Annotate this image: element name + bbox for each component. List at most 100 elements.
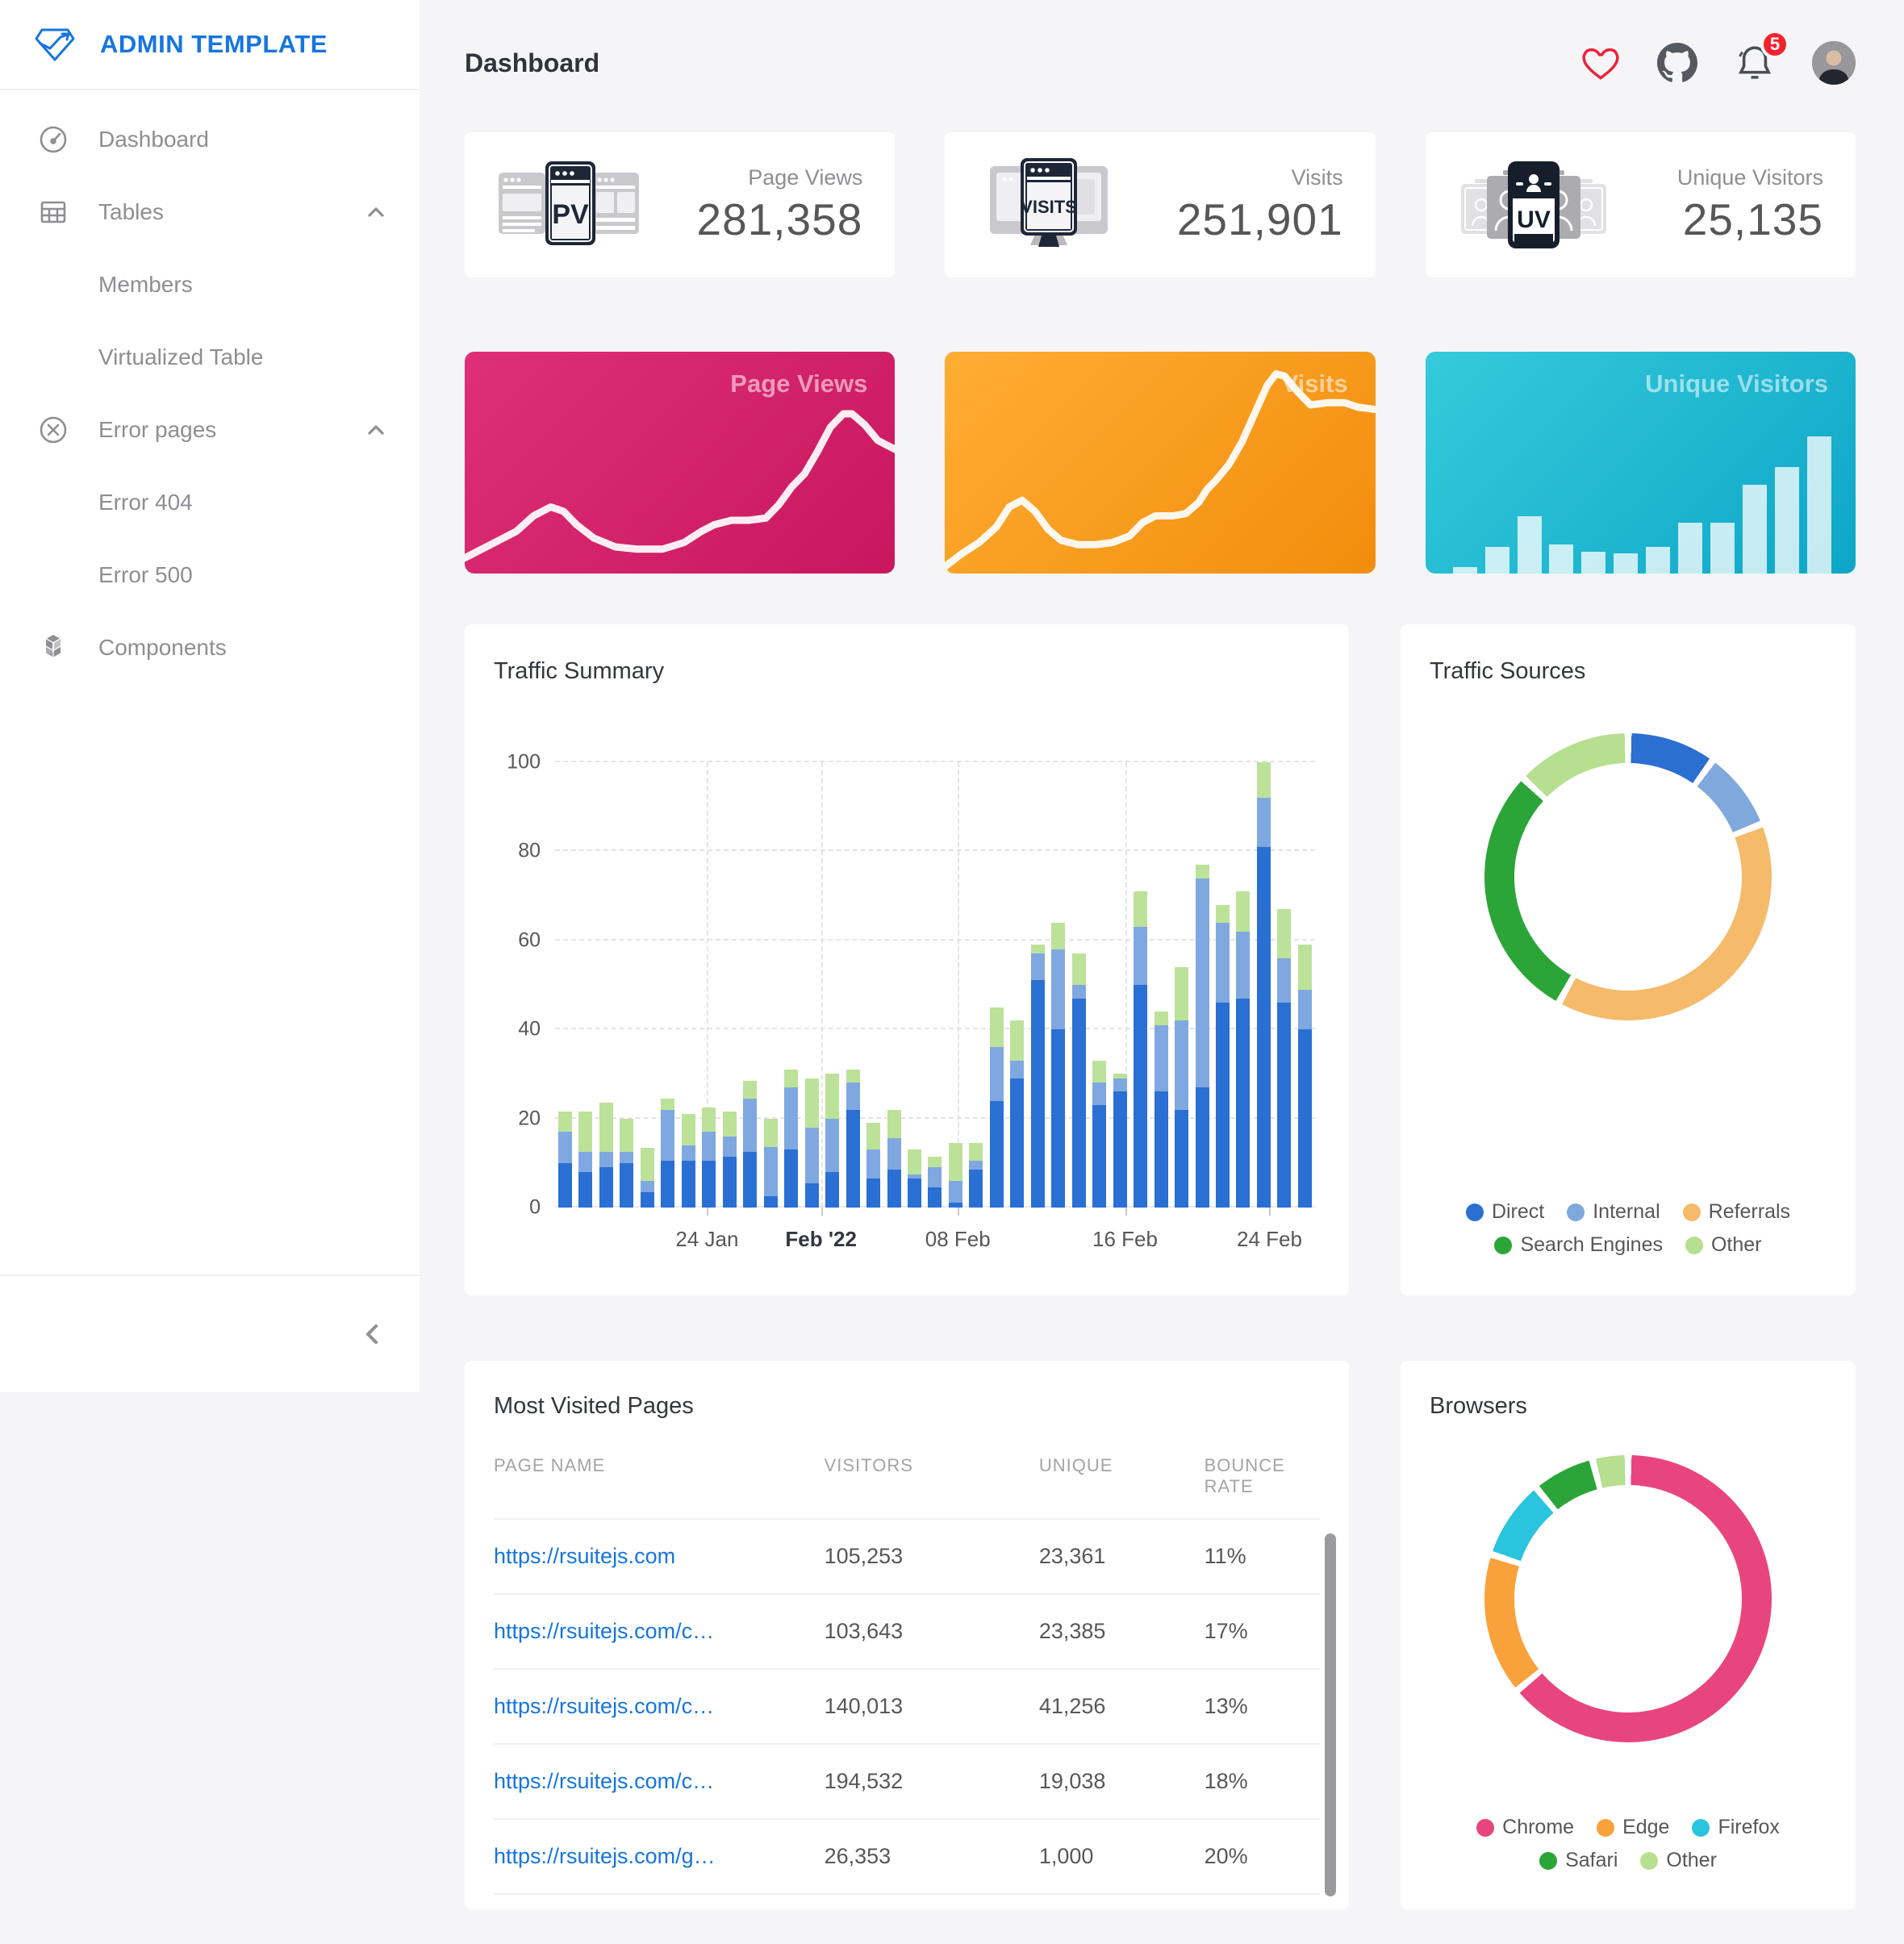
stacked-bar[interactable]: [825, 762, 839, 1208]
mini-bar: [1743, 485, 1767, 574]
bar-segment: [1031, 945, 1045, 953]
bar-segment: [1092, 1061, 1106, 1083]
sidebar-item-dashboard[interactable]: Dashboard: [0, 103, 420, 176]
stacked-bar[interactable]: [1051, 762, 1065, 1208]
x-axis-label: Feb '22: [785, 1227, 857, 1252]
page-views-spark-card[interactable]: Page Views: [465, 352, 895, 574]
stacked-bar[interactable]: [641, 762, 654, 1208]
spark-cards-row: Page Views Visits Unique Visitors: [465, 352, 1856, 574]
legend-item-chrome: Chrome: [1476, 1816, 1574, 1839]
traffic-summary-chart: 02040608010024 JanFeb '2208 Feb16 Feb24 …: [555, 762, 1315, 1208]
stacked-bar[interactable]: [1216, 762, 1230, 1208]
cell-unique: 1,000: [1039, 1844, 1205, 1869]
stacked-bar[interactable]: [702, 762, 716, 1208]
mini-bar: [1614, 553, 1638, 574]
stacked-bar[interactable]: [805, 762, 819, 1208]
stacked-bar[interactable]: [661, 762, 674, 1208]
stacked-bar[interactable]: [928, 762, 942, 1208]
stacked-bar[interactable]: [990, 762, 1004, 1208]
stacked-bar[interactable]: [1277, 762, 1291, 1208]
bar-segment: [1155, 1091, 1168, 1208]
github-icon[interactable]: [1657, 43, 1697, 83]
stat-value: 281,358: [697, 194, 863, 245]
sidebar-item-virtualized-table[interactable]: Virtualized Table: [0, 321, 420, 394]
stacked-bar[interactable]: [620, 762, 633, 1208]
legend-item-other: Other: [1685, 1233, 1762, 1257]
bar-segment: [1298, 945, 1312, 989]
sidebar-item-tables[interactable]: Tables: [0, 176, 420, 248]
legend-item-firefox: Firefox: [1692, 1816, 1779, 1839]
stacked-bar[interactable]: [743, 762, 757, 1208]
bar-segment: [1010, 1020, 1024, 1061]
bar-segment: [1196, 865, 1209, 878]
stacked-bar[interactable]: [887, 762, 901, 1208]
traffic-summary-title: Traffic Summary: [494, 658, 1320, 685]
bar-segment: [825, 1172, 839, 1208]
sidebar-collapse-button[interactable]: [361, 1320, 382, 1348]
stacked-bar[interactable]: [846, 762, 860, 1208]
cell-page-name: https://rsuitejs.com/c…: [494, 1694, 825, 1719]
user-avatar[interactable]: [1812, 41, 1856, 85]
stacked-bar[interactable]: [969, 762, 983, 1208]
stacked-bar[interactable]: [1257, 762, 1271, 1208]
stacked-bar[interactable]: [1134, 762, 1147, 1208]
stacked-bar[interactable]: [1298, 762, 1312, 1208]
page-link[interactable]: https://rsuitejs.com/c…: [494, 1769, 714, 1793]
brand[interactable]: ADMIN TEMPLATE: [0, 0, 420, 90]
x-axis-label: 24 Feb: [1237, 1227, 1302, 1252]
stacked-bar[interactable]: [866, 762, 880, 1208]
bar-segment: [723, 1112, 737, 1136]
page-link[interactable]: https://rsuitejs.com: [494, 1544, 675, 1568]
sidebar-nav: DashboardTablesMembersVirtualized TableE…: [0, 90, 420, 684]
favorite-heart-icon[interactable]: [1581, 45, 1620, 81]
stacked-bar[interactable]: [1236, 762, 1250, 1208]
bar-segment: [908, 1178, 921, 1208]
sidebar-item-error-500[interactable]: Error 500: [0, 539, 420, 611]
stacked-bar[interactable]: [908, 762, 921, 1208]
stacked-bar[interactable]: [1113, 762, 1127, 1208]
stacked-bar[interactable]: [578, 762, 592, 1208]
sidebar-item-components[interactable]: Components: [0, 611, 420, 684]
chevron-up-icon[interactable]: [366, 206, 386, 219]
cell-visitors: 26,353: [825, 1844, 1039, 1869]
bar-segment: [805, 1128, 819, 1183]
page-link[interactable]: https://rsuitejs.com/g…: [494, 1844, 716, 1868]
stacked-bar[interactable]: [784, 762, 798, 1208]
stacked-bar[interactable]: [1155, 762, 1168, 1208]
stacked-bar[interactable]: [949, 762, 962, 1208]
stacked-bar[interactable]: [1092, 762, 1106, 1208]
brand-logo-icon: [34, 26, 76, 63]
chevron-up-icon[interactable]: [366, 423, 386, 436]
bar-segment: [1196, 1087, 1209, 1208]
table-scrollbar[interactable]: [1325, 1533, 1336, 1896]
bar-segment: [723, 1157, 737, 1208]
unique-visitors-spark-card[interactable]: Unique Visitors: [1426, 352, 1856, 574]
visits-spark-card[interactable]: Visits: [945, 352, 1375, 574]
sidebar-item-error-404[interactable]: Error 404: [0, 466, 420, 539]
bar-segment: [1277, 958, 1291, 1003]
stacked-bar[interactable]: [599, 762, 613, 1208]
column-header-bounce-rate: BOUNCE RATE: [1205, 1455, 1320, 1497]
cell-visitors: 194,532: [825, 1769, 1039, 1794]
stacked-bar[interactable]: [764, 762, 778, 1208]
stacked-bar[interactable]: [1072, 762, 1086, 1208]
stacked-bar[interactable]: [1196, 762, 1209, 1208]
bar-segment: [1196, 878, 1209, 1087]
page-link[interactable]: https://rsuitejs.com/c…: [494, 1619, 714, 1643]
bar-segment: [990, 1007, 1004, 1048]
cell-unique: 23,385: [1039, 1619, 1205, 1644]
stacked-bar[interactable]: [1031, 762, 1045, 1208]
stacked-bar[interactable]: [682, 762, 695, 1208]
stacked-bar[interactable]: [1175, 762, 1188, 1208]
bar-segment: [1216, 905, 1230, 923]
stacked-bar[interactable]: [1010, 762, 1024, 1208]
sidebar-item-members[interactable]: Members: [0, 248, 420, 321]
column-header-visitors: VISITORS: [825, 1455, 1039, 1497]
bar-segment: [1092, 1105, 1106, 1208]
stacked-bar[interactable]: [723, 762, 737, 1208]
stacked-bar[interactable]: [558, 762, 572, 1208]
notifications-bell-icon[interactable]: 5: [1735, 43, 1775, 83]
page-link[interactable]: https://rsuitejs.com/c…: [494, 1694, 714, 1718]
stat-icon-label: VISITS: [1021, 197, 1077, 217]
sidebar-item-error-pages[interactable]: Error pages: [0, 394, 420, 466]
